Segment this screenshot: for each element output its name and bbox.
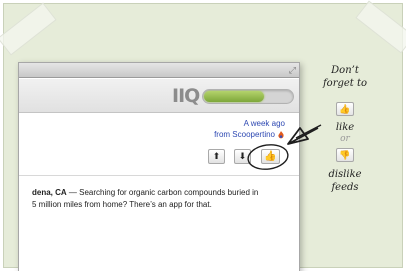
progress-bar <box>202 89 294 104</box>
tape-decoration-right <box>355 0 406 54</box>
callout-heading-line-2: forget to <box>322 78 368 89</box>
app-window: ⤢ IIQ A week ago from Scoopertino ⬆ ⬇ 👍 … <box>18 62 300 271</box>
resize-icon[interactable]: ⤢ <box>289 65 296 75</box>
callout-or-label: or <box>340 134 350 144</box>
thumbs-up-icon: 👍 <box>336 102 354 116</box>
callout-dislike-line-1: dislike <box>328 169 362 180</box>
item-source[interactable]: from Scoopertino <box>214 129 275 140</box>
article-snippet[interactable]: dena, CA — Searching for organic carbon … <box>19 187 299 211</box>
divider <box>19 175 299 176</box>
article-line-2: 5 million miles from home? There’s an ap… <box>32 200 212 209</box>
toolbar: IIQ <box>19 79 299 113</box>
flame-icon <box>278 130 284 138</box>
thumbs-up-icon: 👍 <box>264 151 277 162</box>
callout-heading-line-1: Don’t <box>331 65 359 76</box>
progress-fill <box>204 91 264 102</box>
app-logo: IIQ <box>172 85 200 107</box>
upvote-button[interactable]: ⬆ <box>208 149 225 164</box>
callout-dislike-label: dislike feeds <box>315 168 375 194</box>
tape-decoration-left <box>0 2 57 56</box>
arrow-down-icon: ⬇ <box>238 151 247 161</box>
thumbs-down-icon: 👎 <box>336 148 354 162</box>
item-time[interactable]: A week ago <box>214 118 285 129</box>
item-meta: A week ago from Scoopertino <box>214 118 285 140</box>
like-button[interactable]: 👍 <box>261 149 280 164</box>
callout-like-label: like <box>335 122 355 133</box>
callout-dislike-line-2: feeds <box>331 182 359 193</box>
article-line-1: — Searching for organic carbon compounds… <box>66 188 259 197</box>
downvote-button[interactable]: ⬇ <box>234 149 251 164</box>
title-bar[interactable]: ⤢ <box>19 63 299 78</box>
article-location: dena, CA <box>32 188 67 197</box>
callout-heading: Don’t forget to <box>315 64 375 90</box>
arrow-up-icon: ⬆ <box>212 151 221 161</box>
